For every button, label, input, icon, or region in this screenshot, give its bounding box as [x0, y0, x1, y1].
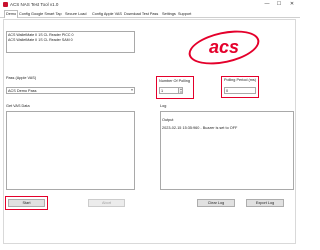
start-button[interactable]: Start [8, 199, 45, 207]
number-of-polling-label: Number Of Polling [159, 79, 191, 83]
app-icon [3, 2, 8, 7]
reader-item[interactable]: ACS WalletMate II 1S CL Reader SAM 0 [8, 38, 73, 43]
number-of-polling-stepper[interactable]: ▲ ▼ [178, 87, 183, 94]
number-of-polling-value: 1 [161, 89, 164, 93]
export-log-button[interactable]: Export Log [246, 199, 284, 207]
stepper-down-icon[interactable]: ▼ [179, 91, 183, 94]
log-line: 2023-02-15 15:35:960 - Buzzer is set to … [162, 126, 238, 130]
acs-logo: acs [208, 37, 240, 57]
polling-period-label: Polling Period (ms) [224, 78, 257, 82]
tab-settings[interactable]: Settings [161, 10, 177, 18]
polling-period-value: 0 [226, 89, 229, 93]
get-vas-data-box [6, 111, 135, 190]
close-button[interactable]: ✕ [287, 0, 297, 8]
window-title: ACS NAS Test Tool v1.0 [10, 2, 59, 7]
tab-demo[interactable]: Demo [4, 10, 19, 18]
pass-select-value: ACS Demo Pass [8, 89, 37, 93]
polling-period-input[interactable]: 0 [224, 87, 256, 94]
tab-download-test-pass[interactable]: Download Test Pass [123, 10, 159, 18]
pass-select[interactable]: ACS Demo Pass [6, 87, 135, 94]
maximize-button[interactable]: ☐ [274, 0, 284, 8]
chevron-down-icon[interactable]: ▾ [129, 87, 135, 94]
pass-label: Pass (Apple VAS) [6, 76, 37, 80]
tab-config-apple-vas[interactable]: Config Apple VAS [91, 10, 123, 18]
clear-log-button[interactable]: Clear Log [197, 199, 235, 207]
tab-config-google-smart-tap[interactable]: Config Google Smart Tap [18, 10, 63, 18]
abort-button[interactable]: Abort [88, 199, 125, 207]
log-heading: Output [162, 118, 174, 122]
log-box[interactable] [160, 111, 294, 190]
tab-secure-load[interactable]: Secure Load [64, 10, 88, 18]
tab-support[interactable]: Support [177, 10, 192, 18]
log-label: Log [160, 104, 167, 108]
get-vas-data-label: Get VAS Data [6, 104, 30, 108]
minimize-button[interactable]: — [262, 0, 272, 8]
